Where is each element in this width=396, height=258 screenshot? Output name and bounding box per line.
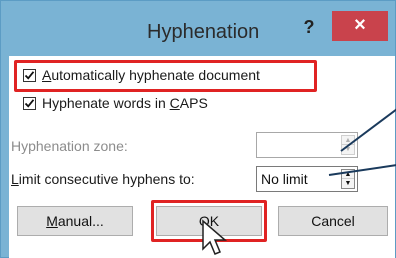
- dialog-title: Hyphenation: [147, 21, 260, 43]
- hyphenation-zone-spinner: ▲ ▼: [341, 135, 355, 155]
- limit-hyphens-value[interactable]: No limit: [261, 171, 308, 187]
- spin-up-icon: ▲: [342, 136, 354, 145]
- manual-button[interactable]: Manual...: [17, 206, 133, 236]
- close-button[interactable]: ×: [332, 11, 388, 41]
- checkmark-icon: [24, 98, 35, 108]
- limit-hyphens-spinner[interactable]: ▲ ▼: [341, 169, 355, 189]
- spin-up-icon[interactable]: ▲: [342, 170, 354, 179]
- hyphenation-dialog: Hyphenation ? × Automatically hyphenate …: [0, 0, 396, 258]
- limit-hyphens-field[interactable]: No limit ▲ ▼: [256, 166, 358, 192]
- hyphenation-zone-label: Hyphenation zone:: [11, 138, 128, 154]
- limit-hyphens-label: Limit consecutive hyphens to:: [11, 171, 195, 187]
- hyphenation-zone-field: ▲ ▼: [256, 132, 358, 158]
- mouse-pointer-icon: [202, 219, 228, 255]
- spin-down-icon[interactable]: ▼: [342, 179, 354, 188]
- title-bar[interactable]: Hyphenation ? ×: [1, 1, 395, 51]
- auto-hyphenate-highlight: [14, 60, 317, 92]
- hyphenate-caps-label: Hyphenate words in CAPS: [42, 95, 208, 111]
- hyphenate-caps-option[interactable]: Hyphenate words in CAPS: [23, 93, 208, 113]
- hyphenate-caps-checkbox[interactable]: [23, 96, 36, 110]
- spin-down-icon: ▼: [344, 146, 352, 153]
- cancel-button[interactable]: Cancel: [278, 206, 388, 236]
- help-button[interactable]: ?: [299, 17, 319, 37]
